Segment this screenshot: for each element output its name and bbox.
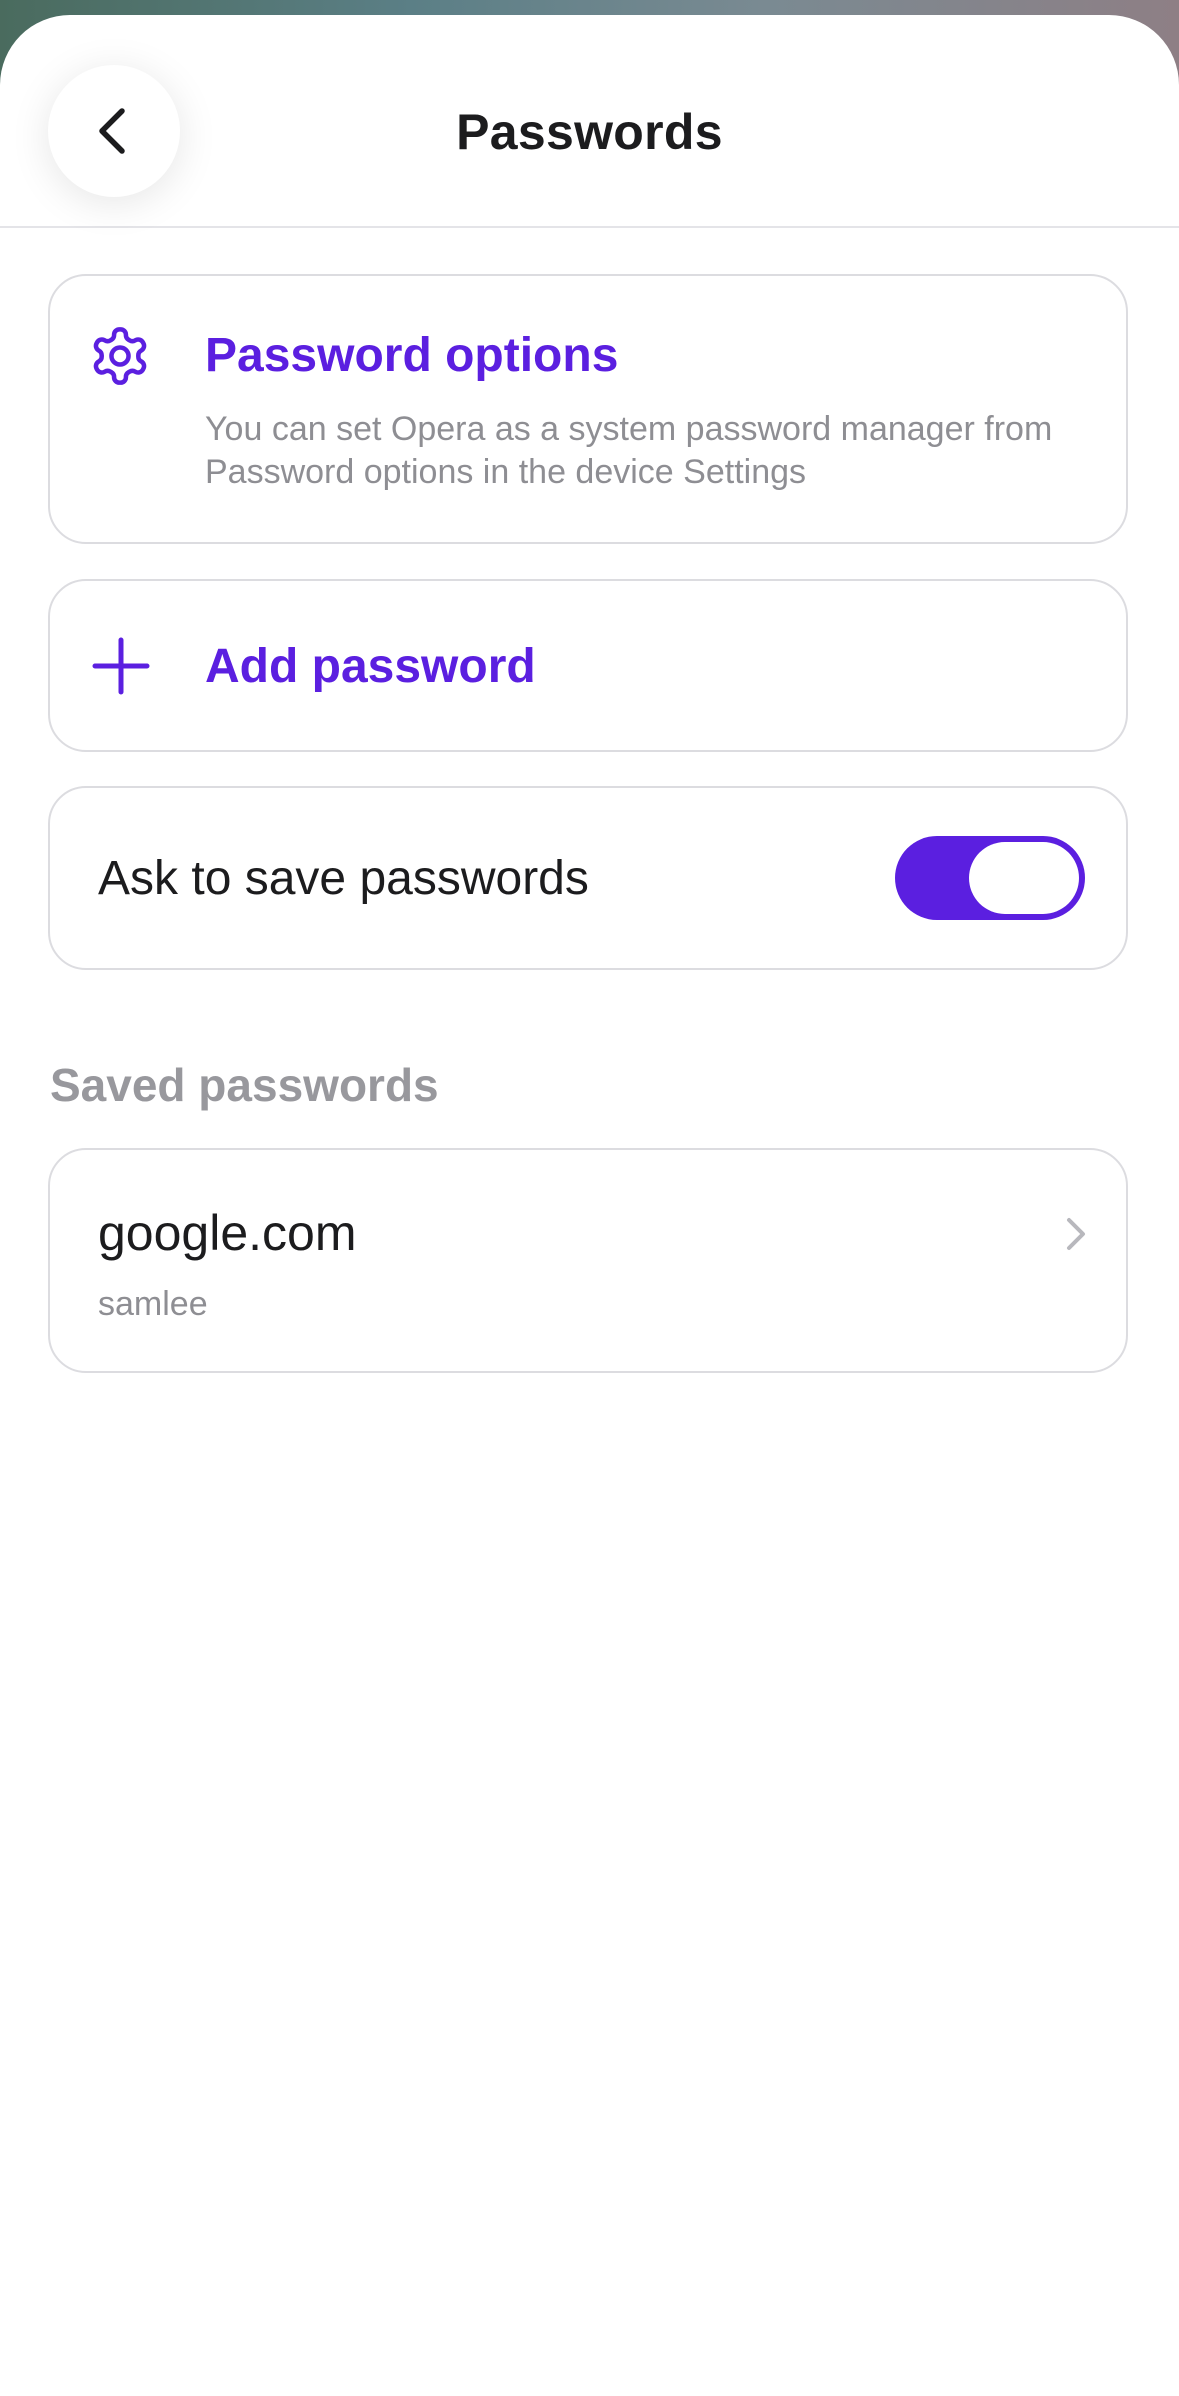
password-options-title: Password options [205,329,619,382]
navigation-bar: Passwords [0,15,1179,228]
saved-password-item[interactable]: google.com samlee [48,1148,1128,1373]
ask-to-save-toggle[interactable] [895,836,1085,920]
password-options-description: You can set Opera as a system password m… [205,410,1053,491]
chevron-right-icon [1067,1218,1085,1250]
passwords-screen: Passwords Password options You can set O… [0,15,1179,2396]
plus-icon [92,637,150,695]
toggle-knob [969,842,1079,914]
gear-icon [93,327,147,385]
saved-passwords-header: Saved passwords [50,1059,439,1111]
add-password-button[interactable]: Add password [48,579,1128,752]
saved-password-username: samlee [98,1285,208,1323]
page-title: Passwords [456,104,723,160]
password-options-card[interactable]: Password options You can set Opera as a … [48,274,1128,544]
add-password-label: Add password [205,640,536,693]
ask-to-save-label: Ask to save passwords [98,852,589,905]
ask-to-save-row: Ask to save passwords [48,786,1128,970]
saved-password-domain: google.com [98,1205,357,1261]
